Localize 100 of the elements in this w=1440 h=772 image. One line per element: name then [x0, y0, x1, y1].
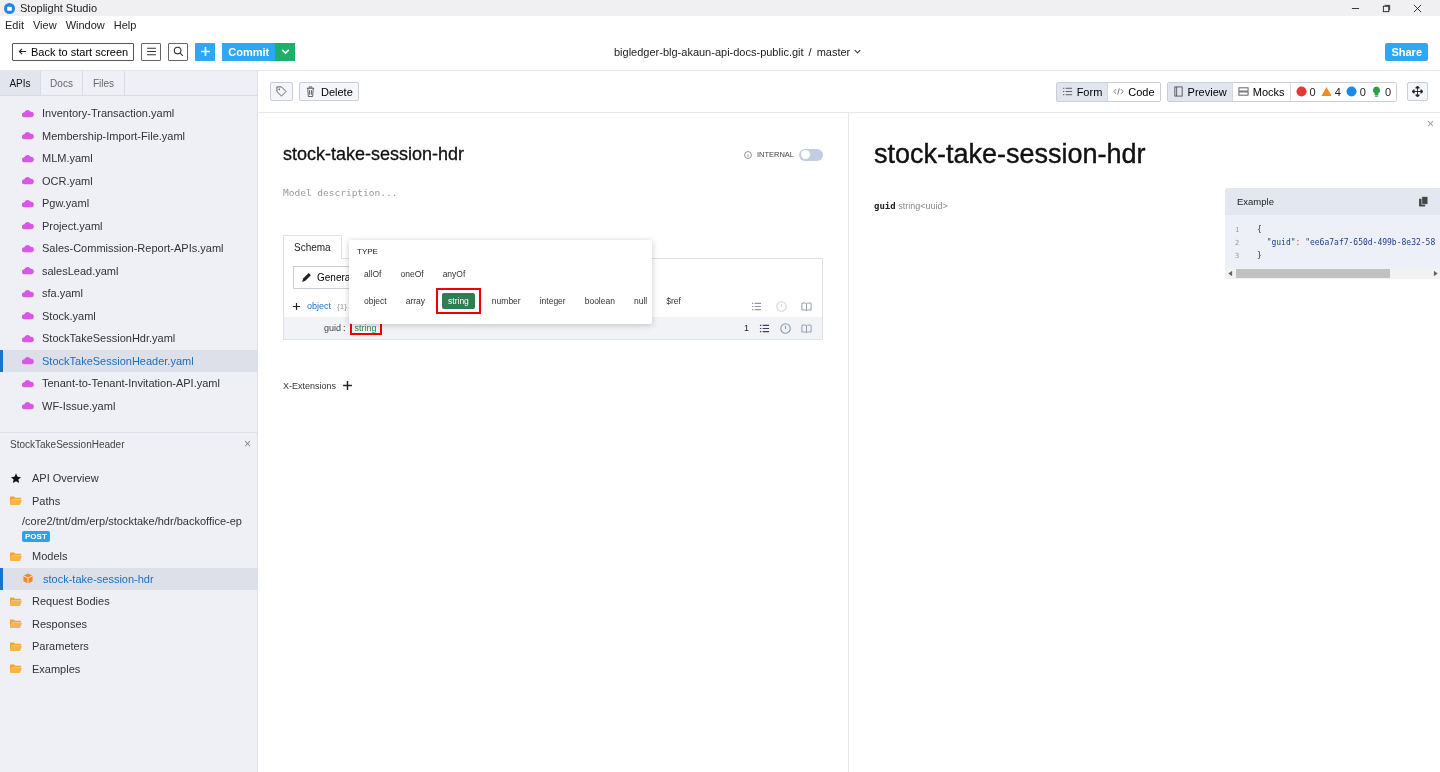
file-name: StockTakeSessionHdr.yaml [42, 332, 176, 345]
diagnostic-count: 4 [1334, 85, 1341, 98]
menu-item[interactable]: Window [65, 18, 105, 31]
combiner-option[interactable]: oneOf [394, 266, 430, 282]
file-item[interactable]: Pgw.yaml [0, 192, 257, 215]
tree-label: Models [32, 550, 68, 563]
app-logo-icon [4, 2, 15, 14]
type-option[interactable]: integer [533, 293, 572, 309]
file-name: Stock.yaml [42, 309, 96, 322]
close-icon[interactable] [1413, 3, 1422, 13]
commit-dropdown-button[interactable] [275, 42, 296, 61]
book-icon[interactable] [801, 300, 812, 312]
type-option[interactable]: boolean [578, 293, 621, 309]
file-item[interactable]: MLM.yaml [0, 147, 257, 170]
property-separator: : [343, 323, 346, 333]
hint-icon [1370, 86, 1382, 97]
horizontal-scrollbar[interactable] [1225, 268, 1440, 279]
search-button[interactable] [168, 42, 189, 61]
schema-tab[interactable]: Schema [283, 235, 342, 259]
tree-folder[interactable]: Models [0, 545, 257, 568]
generate-button[interactable]: Genera [293, 266, 351, 289]
property-type[interactable]: string [352, 323, 379, 333]
tree-item[interactable]: API Overview [0, 467, 257, 490]
menu-item[interactable]: Help [113, 18, 137, 31]
type-option[interactable]: null [627, 293, 654, 309]
add-button[interactable] [195, 42, 216, 61]
menu-button[interactable] [141, 42, 162, 61]
code-line: { [1257, 225, 1262, 234]
window-title: Stoplight Studio [20, 2, 98, 14]
book-icon [1172, 86, 1184, 97]
menu-item[interactable]: Edit [5, 18, 24, 31]
restore-icon[interactable] [1382, 3, 1391, 13]
trash-icon [305, 86, 316, 97]
tree-label: Examples [32, 662, 81, 675]
type-option[interactable]: string [442, 293, 475, 309]
plus-icon[interactable] [292, 301, 301, 311]
type-option[interactable]: $ref [660, 293, 687, 309]
file-item[interactable]: Project.yaml [0, 214, 257, 237]
warning-icon [1320, 86, 1332, 97]
file-item[interactable]: WF-Issue.yaml [0, 394, 257, 417]
star-icon [10, 472, 22, 484]
tree-folder[interactable]: Request Bodies [0, 590, 257, 613]
branch-selector[interactable]: master [816, 45, 863, 58]
back-button[interactable]: Back to start screen [12, 42, 135, 61]
tree-folder[interactable]: Paths [0, 489, 257, 512]
code-line: } [1257, 251, 1262, 260]
internal-toggle[interactable] [799, 148, 823, 161]
sidebar-tab[interactable]: APIs [0, 71, 41, 95]
file-item[interactable]: sfa.yaml [0, 282, 257, 305]
file-item[interactable]: salesLead.yaml [0, 259, 257, 282]
file-item[interactable]: Inventory-Transaction.yaml [0, 102, 257, 125]
tree-label: stock-take-session-hdr [43, 572, 154, 585]
file-name: OCR.yaml [42, 174, 93, 187]
diagnostic-count: 0 [1359, 85, 1366, 98]
type-option[interactable]: object [358, 293, 393, 309]
combiner-option[interactable]: anyOf [436, 266, 472, 282]
file-name: Membership-Import-File.yaml [42, 129, 186, 142]
example-title: Example [1237, 196, 1274, 207]
panel-toggle[interactable]: Preview [1167, 82, 1233, 101]
plus-icon[interactable] [342, 380, 354, 391]
cube-icon [22, 573, 34, 585]
move-button[interactable] [1407, 82, 1428, 101]
combiner-option[interactable]: allOf [358, 266, 388, 282]
repository-name: bigledger-blg-akaun-api-docs-public.git [614, 45, 804, 58]
cloud-icon [22, 266, 34, 276]
cloud-icon [22, 311, 34, 321]
caret-icon [853, 47, 863, 56]
menu-item[interactable]: View [32, 18, 57, 31]
tree-folder[interactable]: Parameters [0, 635, 257, 658]
property-type: string<uuid> [898, 201, 948, 211]
diagnostic-count: 0 [1309, 85, 1316, 98]
cloud-icon [22, 333, 34, 343]
type-option[interactable]: array [399, 293, 432, 309]
move-icon [1412, 86, 1423, 97]
file-name: Tenant-to-Tenant-Invitation-API.yaml [42, 377, 220, 390]
folder-icon [10, 618, 22, 630]
copy-icon[interactable] [1418, 196, 1429, 207]
tree-item[interactable]: stock-take-session-hdr [0, 567, 257, 590]
tag-icon [276, 86, 287, 97]
cloud-icon [22, 176, 34, 186]
cloud-icon [22, 108, 34, 118]
file-item[interactable]: Stock.yaml [0, 304, 257, 327]
tree-folder[interactable]: Responses [0, 612, 257, 635]
property-name[interactable]: guid [324, 323, 341, 333]
file-item[interactable]: OCR.yaml [0, 169, 257, 192]
list-icon[interactable] [759, 322, 770, 334]
file-item[interactable]: StockTakeSessionHeader.yaml [0, 349, 257, 372]
type-option[interactable]: number [485, 293, 527, 309]
plus-icon [199, 46, 211, 57]
file-item[interactable]: StockTakeSessionHdr.yaml [0, 327, 257, 350]
mode-toggle[interactable]: Form [1056, 82, 1109, 101]
file-item[interactable]: Membership-Import-File.yaml [0, 124, 257, 147]
path-item[interactable]: /core2/tnt/dm/erp/stocktake/hdr/backoffice-ep POST [0, 512, 257, 545]
tree-folder[interactable]: Examples [0, 657, 257, 680]
file-name: Inventory-Transaction.yaml [42, 107, 175, 120]
list-icon [1061, 86, 1073, 97]
root-type[interactable]: object [307, 301, 332, 311]
delete-button[interactable]: Delete [299, 82, 359, 101]
file-item[interactable]: Sales-Commission-Report-APIs.yaml [0, 237, 257, 260]
file-item[interactable]: Tenant-to-Tenant-Invitation-API.yaml [0, 372, 257, 395]
